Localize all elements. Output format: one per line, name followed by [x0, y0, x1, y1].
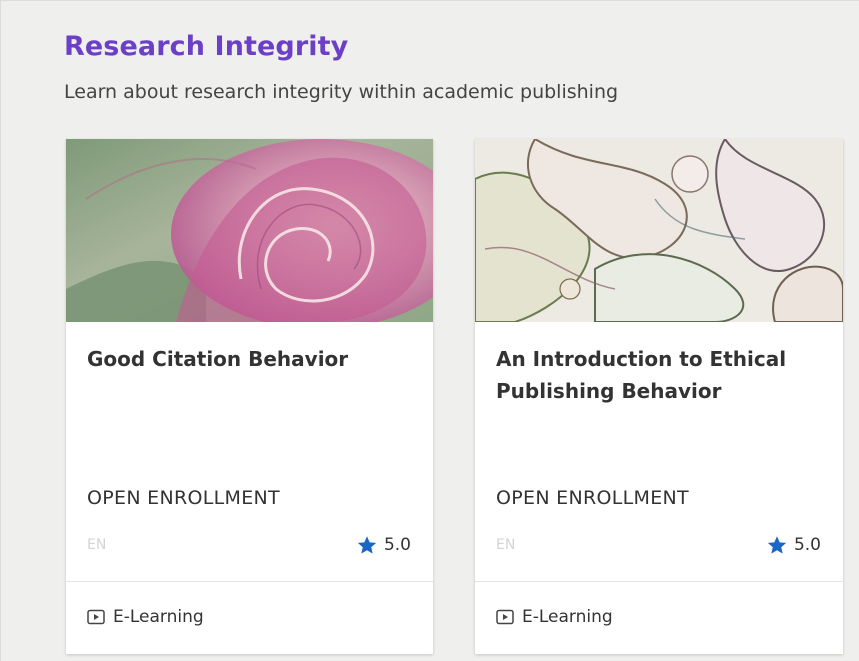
enrollment-status: OPEN ENROLLMENT [87, 487, 280, 509]
course-card-ethical-publishing[interactable]: An Introduction to Ethical Publishing Be… [475, 139, 843, 654]
course-title[interactable]: Good Citation Behavior [87, 343, 412, 375]
language-badge: EN [496, 537, 516, 553]
language-badge: EN [87, 537, 107, 553]
course-format: E-Learning [87, 607, 204, 627]
page: Research Integrity Learn about research … [0, 0, 859, 661]
enrollment-status: OPEN ENROLLMENT [496, 487, 689, 509]
cell-structure-image [475, 139, 843, 322]
rating-value: 5.0 [793, 535, 821, 555]
video-play-icon [496, 609, 514, 625]
card-divider [475, 581, 843, 582]
star-icon [767, 536, 787, 554]
rating: 5.0 [766, 534, 821, 556]
video-play-icon [87, 609, 105, 625]
card-divider [66, 581, 433, 582]
course-card-good-citation[interactable]: Good Citation Behavior OPEN ENROLLMENT E… [66, 139, 433, 654]
section-title: Research Integrity [64, 31, 349, 62]
course-format-label: E-Learning [113, 607, 204, 627]
pink-leaf-spiral-image [66, 139, 433, 322]
rating: 5.0 [356, 534, 411, 556]
section-subtitle: Learn about research integrity within ac… [64, 81, 619, 103]
rating-value: 5.0 [383, 535, 411, 555]
star-icon [357, 536, 377, 554]
course-title[interactable]: An Introduction to Ethical Publishing Be… [496, 343, 821, 407]
course-format: E-Learning [496, 607, 613, 627]
course-format-label: E-Learning [522, 607, 613, 627]
